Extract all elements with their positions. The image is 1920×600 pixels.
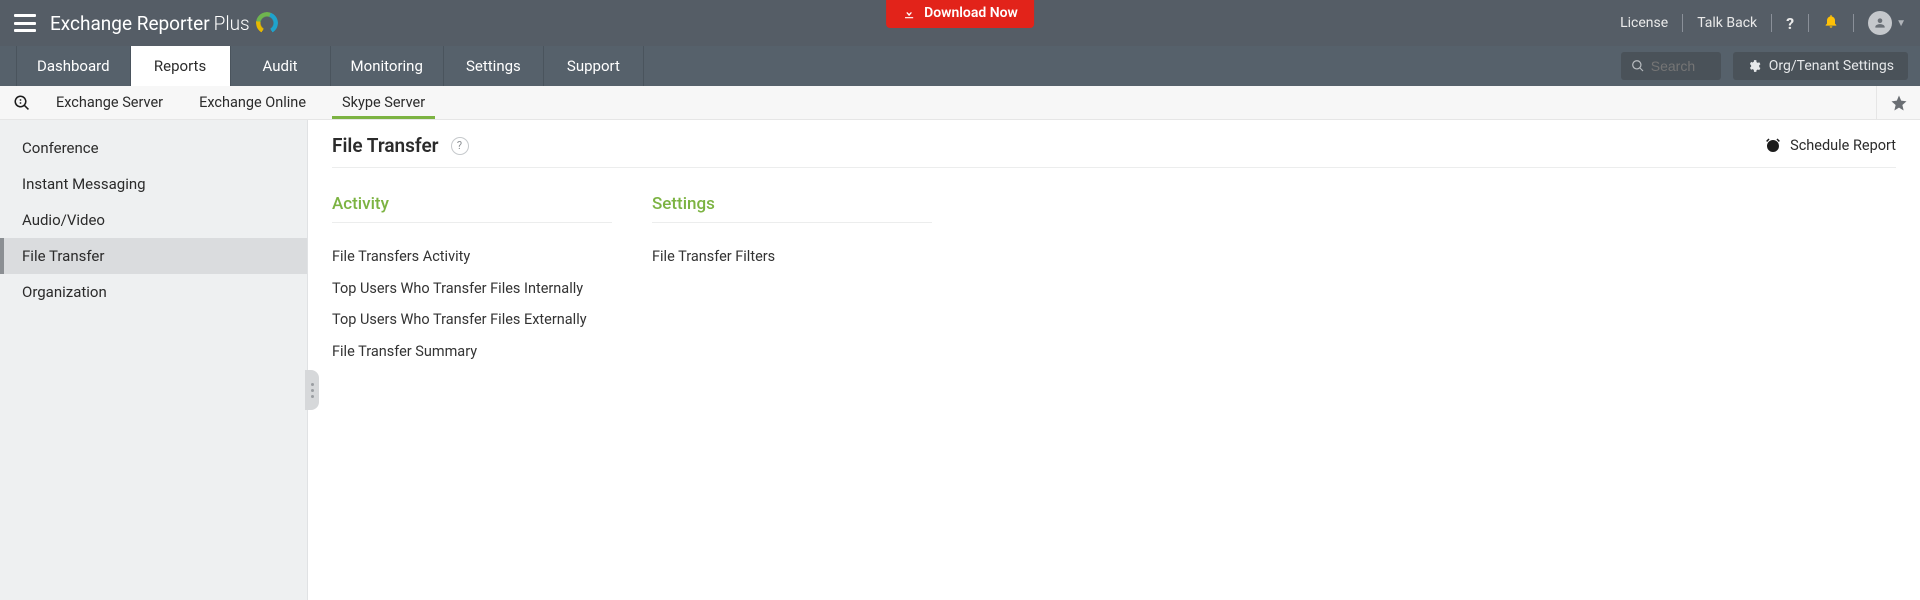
page-help-icon[interactable]: ? <box>451 137 469 155</box>
section-heading-settings: Settings <box>652 194 932 223</box>
subtab-exchange-server[interactable]: Exchange Server <box>38 86 181 119</box>
search-input[interactable] <box>1651 58 1711 74</box>
sub-tab-bar: Exchange Server Exchange Online Skype Se… <box>0 86 1920 120</box>
separator <box>1853 14 1854 32</box>
page-title: File Transfer <box>332 134 439 157</box>
chevron-down-icon: ▼ <box>1896 18 1906 29</box>
download-icon <box>902 6 916 20</box>
report-link[interactable]: File Transfers Activity <box>332 241 612 273</box>
report-link[interactable]: Top Users Who Transfer Files Externally <box>332 304 612 336</box>
report-link[interactable]: File Transfer Filters <box>652 241 932 273</box>
content-area: File Transfer ? Schedule Report Activity… <box>308 120 1920 600</box>
quick-search-button[interactable] <box>6 86 38 119</box>
report-link[interactable]: File Transfer Summary <box>332 336 612 368</box>
tab-audit[interactable]: Audit <box>231 46 331 86</box>
org-settings-label: Org/Tenant Settings <box>1769 58 1894 74</box>
separator <box>1771 14 1772 32</box>
tab-support[interactable]: Support <box>544 46 644 86</box>
menu-toggle[interactable] <box>14 14 36 32</box>
alarm-clock-icon <box>1764 137 1782 155</box>
sidebar-item-instant-messaging[interactable]: Instant Messaging <box>0 166 307 202</box>
global-search[interactable] <box>1621 52 1721 80</box>
tab-monitoring[interactable]: Monitoring <box>331 46 444 86</box>
talkback-link[interactable]: Talk Back <box>1697 15 1757 31</box>
tab-settings[interactable]: Settings <box>444 46 544 86</box>
star-icon <box>1890 94 1908 112</box>
sidebar-item-file-transfer[interactable]: File Transfer <box>0 238 307 274</box>
favorite-button[interactable] <box>1876 86 1920 119</box>
tab-dashboard[interactable]: Dashboard <box>16 46 131 86</box>
download-label: Download Now <box>924 5 1018 21</box>
logo-swirl-icon <box>256 12 278 34</box>
sidebar-item-conference[interactable]: Conference <box>0 130 307 166</box>
gear-icon <box>1747 59 1761 73</box>
section-settings: Settings File Transfer Filters <box>652 194 932 367</box>
tab-reports[interactable]: Reports <box>131 46 231 86</box>
product-suffix: Plus <box>214 12 250 35</box>
product-logo: Exchange Reporter Plus <box>50 12 278 35</box>
subtab-skype-server[interactable]: Skype Server <box>324 86 443 119</box>
main-tab-bar: Dashboard Reports Audit Monitoring Setti… <box>0 46 1920 86</box>
sidebar-item-audio-video[interactable]: Audio/Video <box>0 202 307 238</box>
notifications-icon[interactable] <box>1823 13 1839 33</box>
download-now-button[interactable]: Download Now <box>886 0 1034 28</box>
section-activity: Activity File Transfers Activity Top Use… <box>332 194 612 367</box>
search-icon <box>1631 59 1645 73</box>
report-link[interactable]: Top Users Who Transfer Files Internally <box>332 273 612 305</box>
org-tenant-settings-button[interactable]: Org/Tenant Settings <box>1733 52 1908 80</box>
product-name: Exchange Reporter <box>50 12 210 35</box>
avatar-icon <box>1868 11 1892 35</box>
subtab-exchange-online[interactable]: Exchange Online <box>181 86 324 119</box>
license-link[interactable]: License <box>1620 15 1668 31</box>
separator <box>1682 14 1683 32</box>
sidebar: Conference Instant Messaging Audio/Video… <box>0 120 308 600</box>
help-icon[interactable]: ? <box>1786 14 1794 33</box>
schedule-report-label: Schedule Report <box>1790 137 1896 154</box>
section-heading-activity: Activity <box>332 194 612 223</box>
separator <box>1808 14 1809 32</box>
sidebar-item-organization[interactable]: Organization <box>0 274 307 310</box>
user-menu[interactable]: ▼ <box>1868 11 1906 35</box>
search-settings-icon <box>13 94 31 112</box>
sidebar-collapse-toggle[interactable] <box>305 370 319 410</box>
schedule-report-button[interactable]: Schedule Report <box>1764 137 1896 155</box>
